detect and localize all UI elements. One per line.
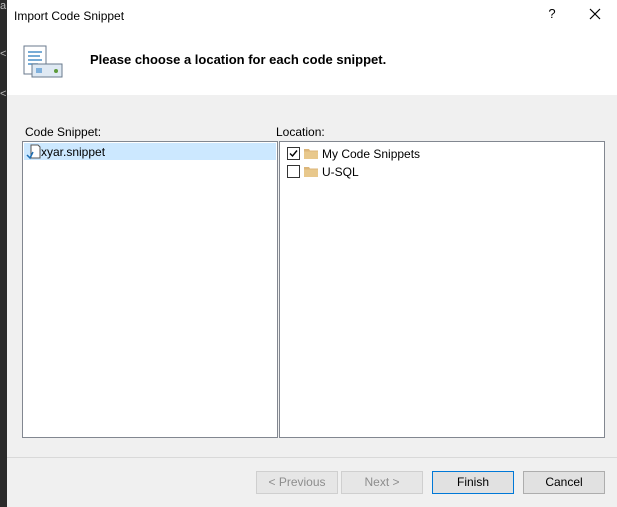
- close-icon: [589, 8, 601, 20]
- folder-icon: [304, 148, 318, 159]
- list-item[interactable]: xyar.snippet: [24, 143, 276, 160]
- snippet-file-icon: [26, 144, 42, 163]
- code-snippet-list[interactable]: xyar.snippet: [22, 141, 278, 438]
- location-label: Location:: [276, 125, 325, 139]
- location-list[interactable]: My Code Snippets U-SQL: [279, 141, 605, 438]
- help-button[interactable]: ?: [545, 6, 559, 21]
- close-button[interactable]: [585, 4, 605, 24]
- checkmark-icon: [289, 150, 298, 158]
- location-name: U-SQL: [322, 165, 359, 179]
- instruction-text: Please choose a location for each code s…: [90, 52, 387, 67]
- previous-button[interactable]: < Previous: [256, 471, 338, 494]
- snippet-name: xyar.snippet: [41, 145, 106, 159]
- background-editor-strip: a < <: [0, 0, 7, 507]
- folder-icon: [304, 166, 318, 177]
- finish-button[interactable]: Finish: [432, 471, 514, 494]
- code-snippet-label: Code Snippet:: [25, 125, 102, 139]
- next-button[interactable]: Next >: [341, 471, 423, 494]
- location-item-u-sql[interactable]: U-SQL: [281, 163, 603, 180]
- location-checkbox[interactable]: [287, 147, 300, 160]
- location-name: My Code Snippets: [322, 147, 421, 161]
- divider: [7, 457, 617, 458]
- wizard-body: Code Snippet: Location: xyar.snippet My …: [7, 95, 617, 507]
- cancel-button[interactable]: Cancel: [523, 471, 605, 494]
- window-title: Import Code Snippet: [14, 9, 125, 23]
- import-snippet-icon: [22, 44, 64, 83]
- title-bar: Import Code Snippet ?: [7, 0, 617, 32]
- location-checkbox[interactable]: [287, 165, 300, 178]
- location-item-my-code-snippets[interactable]: My Code Snippets: [281, 145, 603, 162]
- wizard-header: Please choose a location for each code s…: [7, 32, 617, 95]
